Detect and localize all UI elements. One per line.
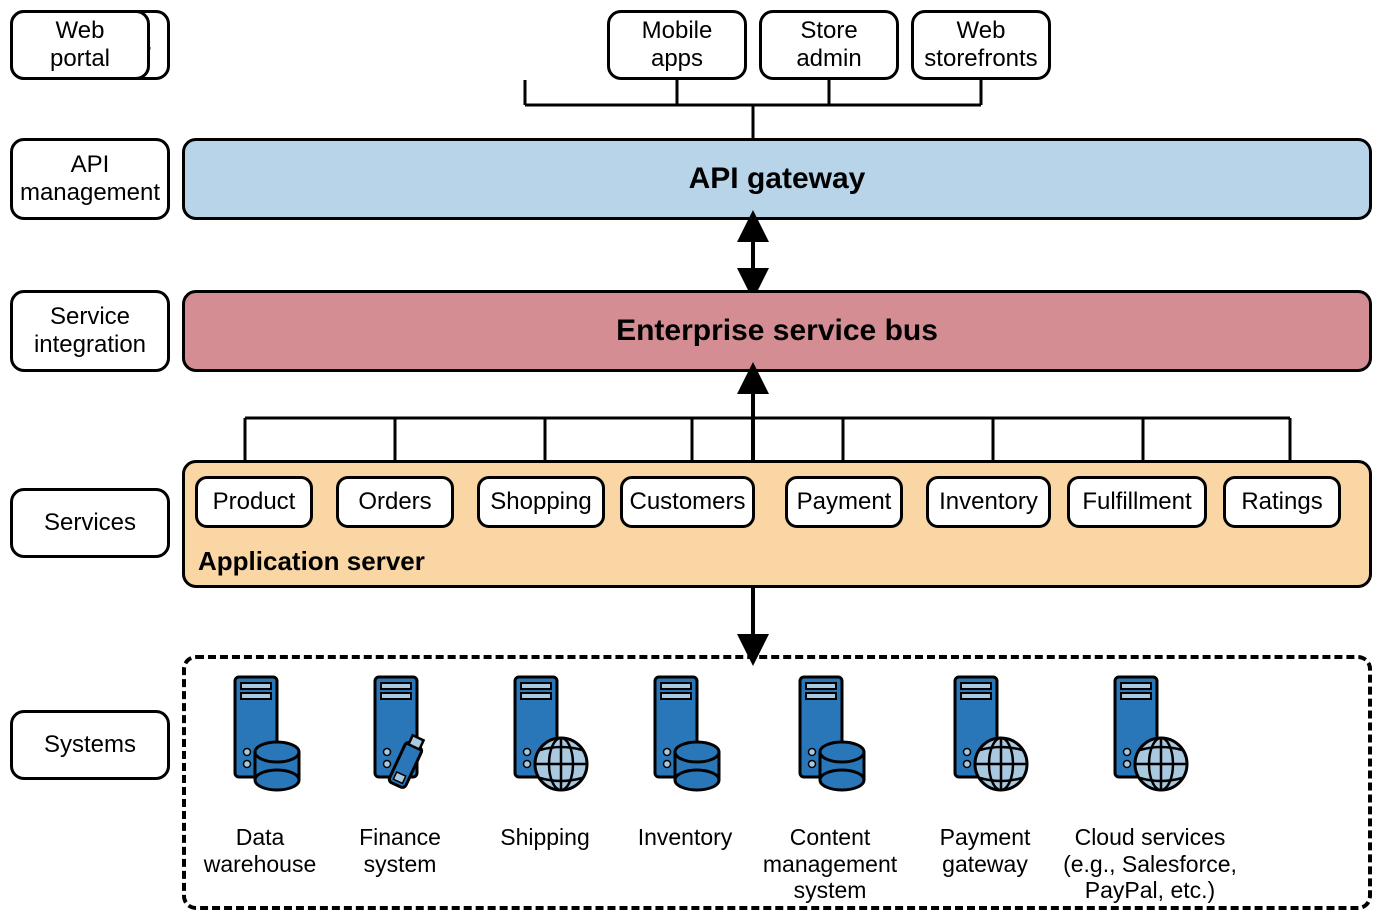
system-inventory-icon [635, 672, 725, 792]
row-label-service-integration: Service integration [10, 290, 170, 372]
label-text: Services [44, 509, 136, 537]
consumer-text: Store admin [796, 17, 861, 72]
service-fulfillment: Fulfillment [1067, 476, 1207, 528]
service-ratings: Ratings [1223, 476, 1341, 528]
esb-text: Enterprise service bus [616, 314, 938, 348]
consumer-web-storefronts: Web storefronts [911, 10, 1051, 80]
consumer-text: Mobile apps [642, 17, 713, 72]
label-text: Systems [44, 731, 136, 759]
system-label-payment-gateway: Payment gateway [920, 798, 1050, 877]
application-server-label: Application server [198, 546, 425, 577]
service-inventory: Inventory [926, 476, 1051, 528]
consumer-web-portal: Web portal [10, 10, 150, 80]
row-label-api-management: API management [10, 138, 170, 220]
api-gateway-box: API gateway [182, 138, 1372, 220]
system-label-data-warehouse: Data warehouse [195, 798, 325, 877]
system-shipping-icon [495, 672, 595, 792]
service-text: Payment [797, 488, 892, 516]
consumer-text: Web portal [50, 17, 110, 72]
system-label-inventory: Inventory [625, 798, 745, 851]
system-label-cloud: Cloud services (e.g., Salesforce, PayPal… [1060, 798, 1240, 904]
esb-box: Enterprise service bus [182, 290, 1372, 372]
system-label-shipping: Shipping [485, 798, 605, 851]
system-cloud-services-icon [1095, 672, 1195, 792]
service-orders: Orders [336, 476, 454, 528]
consumer-mobile-apps: Mobile apps [607, 10, 747, 80]
service-customers: Customers [620, 476, 755, 528]
service-text: Customers [629, 488, 745, 516]
consumer-text: Web storefronts [924, 17, 1037, 72]
consumer-store-admin: Store admin [759, 10, 899, 80]
service-product: Product [195, 476, 313, 528]
service-payment: Payment [785, 476, 903, 528]
service-text: Shopping [490, 488, 591, 516]
label-text: Service integration [34, 303, 146, 358]
service-shopping: Shopping [477, 476, 605, 528]
system-cms-icon [780, 672, 870, 792]
service-text: Ratings [1241, 488, 1322, 516]
label-text: API management [20, 151, 160, 206]
service-text: Fulfillment [1082, 488, 1191, 516]
system-payment-gateway-icon [935, 672, 1035, 792]
system-label-finance: Finance system [340, 798, 460, 877]
row-label-systems: Systems [10, 710, 170, 780]
system-data-warehouse-icon [215, 672, 305, 792]
service-text: Inventory [939, 488, 1038, 516]
service-text: Orders [358, 488, 431, 516]
api-gateway-text: API gateway [689, 162, 866, 196]
system-label-cms: Content management system [755, 798, 905, 904]
architecture-diagram: Consumers API management Service integra… [10, 10, 1382, 914]
system-finance-icon [355, 672, 445, 792]
service-text: Product [213, 488, 296, 516]
row-label-services: Services [10, 488, 170, 558]
